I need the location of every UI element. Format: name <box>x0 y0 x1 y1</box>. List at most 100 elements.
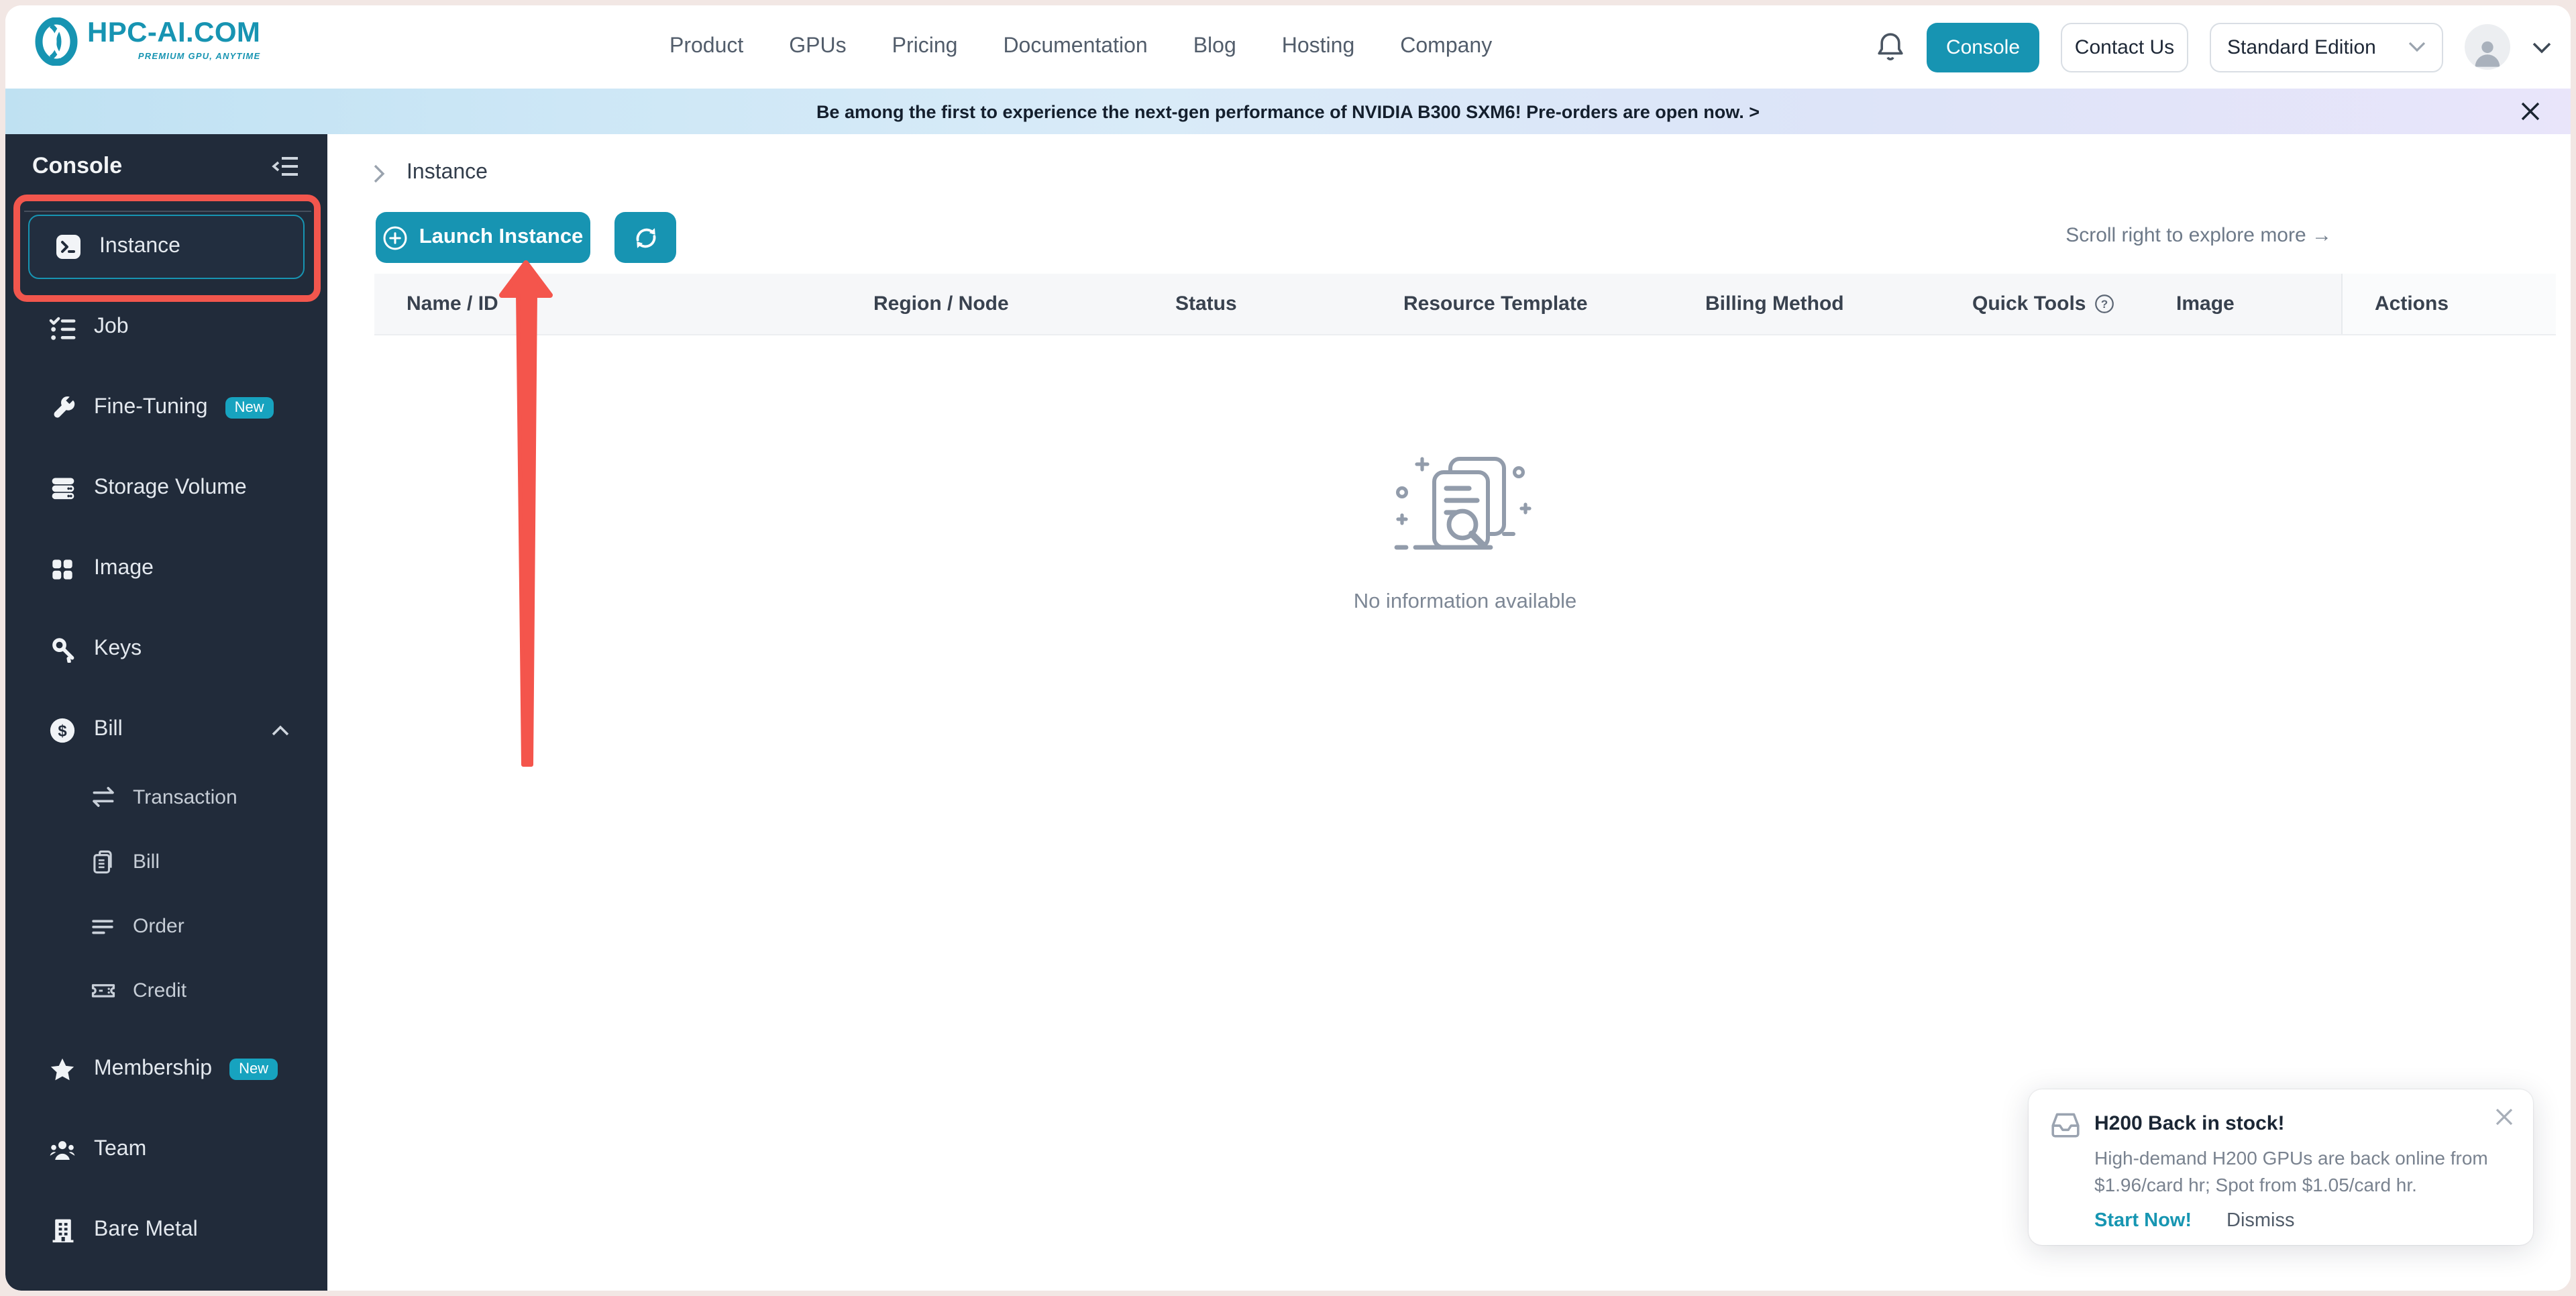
svg-text:?: ? <box>2100 298 2107 311</box>
svg-text:$: $ <box>58 722 66 740</box>
sidebar-divider <box>24 211 311 212</box>
logo-title: HPC-AI.COM <box>87 17 261 48</box>
launch-instance-button[interactable]: Launch Instance <box>376 212 590 263</box>
announcement-banner[interactable]: Be among the first to experience the nex… <box>5 89 2571 134</box>
column-header-resource-template: Resource Template <box>1403 292 1588 315</box>
column-header-billing-method: Billing Method <box>1705 292 1844 315</box>
sidebar-item-label: Storage Volume <box>94 476 247 499</box>
launch-instance-label: Launch Instance <box>419 225 584 248</box>
banner-close-icon[interactable] <box>2520 101 2541 122</box>
notification-bell-icon[interactable] <box>1876 31 1905 63</box>
sidebar-item-order[interactable]: Order <box>24 899 309 953</box>
sidebar-item-storage-volume[interactable]: Storage Volume <box>24 456 309 521</box>
announcement-text[interactable]: Be among the first to experience the nex… <box>816 101 1760 121</box>
sidebar-item-bare-metal[interactable]: Bare Metal <box>24 1198 309 1262</box>
toast-body: High-demand H200 GPUs are back online fr… <box>2094 1147 2488 1195</box>
nav-pricing[interactable]: Pricing <box>892 35 958 59</box>
column-header-name-id: Name / ID <box>407 292 498 315</box>
avatar[interactable] <box>2465 24 2510 70</box>
invoice-icon <box>89 847 117 875</box>
refresh-icon <box>635 227 655 248</box>
new-badge: New <box>229 1059 278 1080</box>
nav-hosting[interactable]: Hosting <box>1282 35 1355 59</box>
no-data-illustration <box>1394 457 1532 550</box>
sidebar-item-label: Fine-Tuning <box>94 396 208 419</box>
sidebar-item-label: Keys <box>94 637 142 660</box>
main-nav: Product GPUs Pricing Documentation Blog … <box>669 5 1492 89</box>
column-header-quick-tools: Quick Tools ? <box>1940 274 2144 334</box>
sidebar-item-label: Bill <box>94 718 123 741</box>
sidebar-item-label: Bill <box>133 850 160 873</box>
building-icon <box>48 1216 76 1244</box>
toast-start-now-link[interactable]: Start Now! <box>2094 1210 2192 1232</box>
breadcrumb-current: Instance <box>407 161 488 184</box>
empty-state-text: No information available <box>1353 590 1577 613</box>
column-header-region-node: Region / Node <box>873 292 1009 315</box>
sidebar-header: Console <box>5 153 327 180</box>
collapse-sidebar-icon[interactable] <box>271 153 301 180</box>
sidebar-item-credit[interactable]: Credit <box>24 963 309 1017</box>
sidebar-item-label: Job <box>94 315 129 338</box>
contact-us-button[interactable]: Contact Us <box>2061 22 2188 72</box>
page: HPC-AI.COM PREMIUM GPU, ANYTIME Product … <box>0 0 2576 1296</box>
nav-product[interactable]: Product <box>669 35 743 59</box>
refresh-button[interactable] <box>614 212 676 263</box>
sidebar-item-bill[interactable]: Bill <box>24 834 309 888</box>
checklist-icon <box>48 313 76 341</box>
scroll-hint[interactable]: Scroll right to explore more → <box>2065 224 2332 247</box>
list-lines-icon <box>89 912 117 940</box>
breadcrumb-chevron-icon[interactable] <box>373 163 385 183</box>
logo[interactable]: HPC-AI.COM PREMIUM GPU, ANYTIME <box>35 17 260 66</box>
chevron-down-icon <box>2408 42 2426 52</box>
storage-icon <box>48 474 76 502</box>
chevron-up-icon <box>272 724 289 735</box>
nav-documentation[interactable]: Documentation <box>1003 35 1147 59</box>
sidebar-item-membership[interactable]: Membership New <box>24 1037 309 1101</box>
toast-title: H200 Back in stock! <box>2094 1112 2285 1135</box>
topbar-right: Console Contact Us Standard Edition <box>1876 5 2552 89</box>
nav-company[interactable]: Company <box>1400 35 1492 59</box>
nav-gpus[interactable]: GPUs <box>789 35 846 59</box>
console-button[interactable]: Console <box>1927 22 2039 72</box>
sidebar-item-instance[interactable]: Instance <box>28 215 305 279</box>
account-menu-chevron-icon[interactable] <box>2532 41 2552 53</box>
sidebar-item-team[interactable]: Team <box>24 1118 309 1182</box>
sidebar-item-label: Bare Metal <box>94 1218 198 1241</box>
sidebar: Console Instance Job Fine-Tuning New Sto… <box>5 134 327 1291</box>
edition-select[interactable]: Standard Edition <box>2210 22 2443 72</box>
ticket-icon <box>89 976 117 1004</box>
dollar-circle-icon: $ <box>48 716 76 744</box>
sidebar-item-job[interactable]: Job <box>24 295 309 360</box>
column-header-status: Status <box>1175 292 1237 315</box>
logo-mark-icon <box>35 17 78 66</box>
sidebar-item-label: Team <box>94 1138 147 1160</box>
sidebar-item-fine-tuning[interactable]: Fine-Tuning New <box>24 376 309 440</box>
sidebar-item-label: Transaction <box>133 786 237 808</box>
sidebar-item-label: Membership <box>94 1057 213 1080</box>
toast-dismiss-link[interactable]: Dismiss <box>2226 1210 2295 1232</box>
top-navbar: HPC-AI.COM PREMIUM GPU, ANYTIME Product … <box>5 5 2571 89</box>
nav-blog[interactable]: Blog <box>1193 35 1236 59</box>
plus-circle-icon <box>384 225 408 250</box>
toast-close-icon[interactable] <box>2494 1107 2514 1127</box>
help-icon[interactable]: ? <box>2094 294 2114 314</box>
sidebar-item-image[interactable]: Image <box>24 537 309 601</box>
sidebar-item-keys[interactable]: Keys <box>24 617 309 682</box>
sidebar-title: Console <box>32 153 123 178</box>
sidebar-item-label: Credit <box>133 979 187 1002</box>
team-icon <box>48 1136 76 1164</box>
sidebar-item-bill-group[interactable]: $ Bill <box>24 698 309 762</box>
sidebar-item-label: Order <box>133 914 184 937</box>
edition-select-value: Standard Edition <box>2227 36 2376 58</box>
table-header-row: Name / ID Region / Node Status Resource … <box>374 274 2556 335</box>
empty-state: No information available <box>374 335 2556 818</box>
user-icon <box>2475 41 2500 67</box>
sidebar-item-label: Instance <box>99 235 180 258</box>
logo-tagline: PREMIUM GPU, ANYTIME <box>138 52 261 62</box>
breadcrumb: Instance <box>373 161 488 185</box>
inbox-icon <box>2051 1113 2080 1138</box>
grid-icon <box>48 555 76 583</box>
terminal-icon <box>54 233 82 261</box>
sidebar-item-label: Image <box>94 557 154 580</box>
sidebar-item-transaction[interactable]: Transaction <box>24 770 309 824</box>
